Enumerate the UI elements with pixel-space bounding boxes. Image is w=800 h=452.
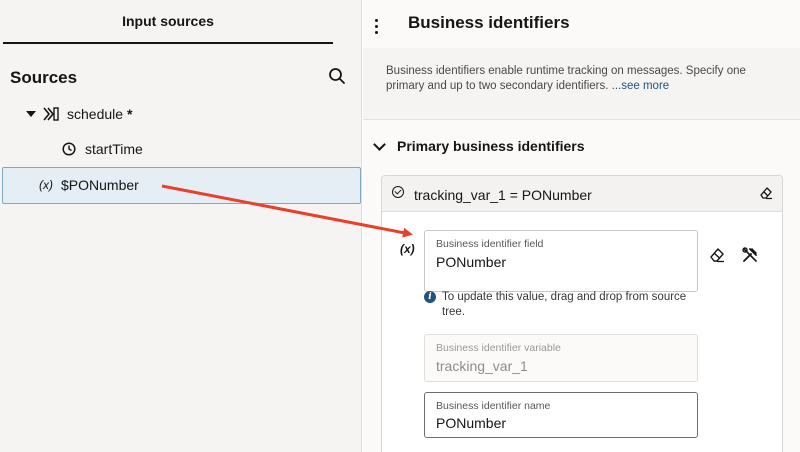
description-body: Business identifiers enable runtime trac… xyxy=(386,65,746,92)
info-text: To update this value, drag and drop from… xyxy=(442,291,687,318)
field-label: Business identifier variable xyxy=(436,342,561,354)
tab-input-sources[interactable]: Input sources xyxy=(3,0,333,44)
field-value: tracking_var_1 xyxy=(436,358,528,374)
schedule-icon xyxy=(43,107,59,121)
search-icon[interactable] xyxy=(328,67,346,85)
card-header-text: tracking_var_1 = PONumber xyxy=(414,187,592,203)
tree-item-label: schedule xyxy=(67,106,124,122)
tools-icon[interactable] xyxy=(741,246,759,264)
business-identifier-name-field[interactable]: Business identifier name PONumber xyxy=(424,392,698,438)
check-circle-icon xyxy=(392,186,404,198)
field-label: Business identifier field xyxy=(436,238,544,250)
eraser-icon[interactable] xyxy=(759,186,773,200)
tree-item-label: $PONumber xyxy=(61,177,139,193)
identifier-card: tracking_var_1 = PONumber (x) Business i… xyxy=(381,175,783,452)
required-mark: * xyxy=(127,106,133,122)
info-icon: i xyxy=(424,291,436,303)
tree-item-schedule[interactable]: schedule * xyxy=(26,104,133,124)
field-value: PONumber xyxy=(436,415,507,431)
field-value: PONumber xyxy=(436,254,507,270)
field-label: Business identifier name xyxy=(436,400,551,412)
sources-heading: Sources xyxy=(10,68,78,87)
chevron-down-icon[interactable] xyxy=(373,137,386,151)
kebab-icon[interactable] xyxy=(372,18,380,36)
variable-icon: (x) xyxy=(39,178,53,192)
business-identifier-field[interactable]: Business identifier field PONumber xyxy=(424,230,698,292)
info-message: i To update this value, drag and drop fr… xyxy=(424,290,694,320)
description-box: Business identifiers enable runtime trac… xyxy=(363,48,800,120)
see-more-link[interactable]: ...see more xyxy=(612,80,670,92)
input-sources-panel: Input sources Sources schedule * startTi… xyxy=(0,0,362,452)
page-title: Business identifiers xyxy=(408,13,570,32)
variable-icon: (x) xyxy=(400,242,415,256)
tree-item-starttime[interactable]: startTime xyxy=(62,139,143,159)
card-header[interactable]: tracking_var_1 = PONumber xyxy=(382,176,782,212)
business-identifier-variable-field: Business identifier variable tracking_va… xyxy=(424,334,698,382)
business-identifiers-panel: Business identifiers Business identifier… xyxy=(363,0,800,452)
tree-item-label: startTime xyxy=(85,141,143,157)
chevron-down-icon[interactable] xyxy=(26,111,36,117)
primary-section-toggle[interactable]: Primary business identifiers xyxy=(373,137,585,154)
description-text: Business identifiers enable runtime trac… xyxy=(386,64,776,94)
clock-icon xyxy=(62,142,76,156)
eraser-icon[interactable] xyxy=(709,247,725,263)
section-title: Primary business identifiers xyxy=(397,138,585,154)
tree-item-ponumber[interactable]: (x) $PONumber xyxy=(2,167,361,204)
